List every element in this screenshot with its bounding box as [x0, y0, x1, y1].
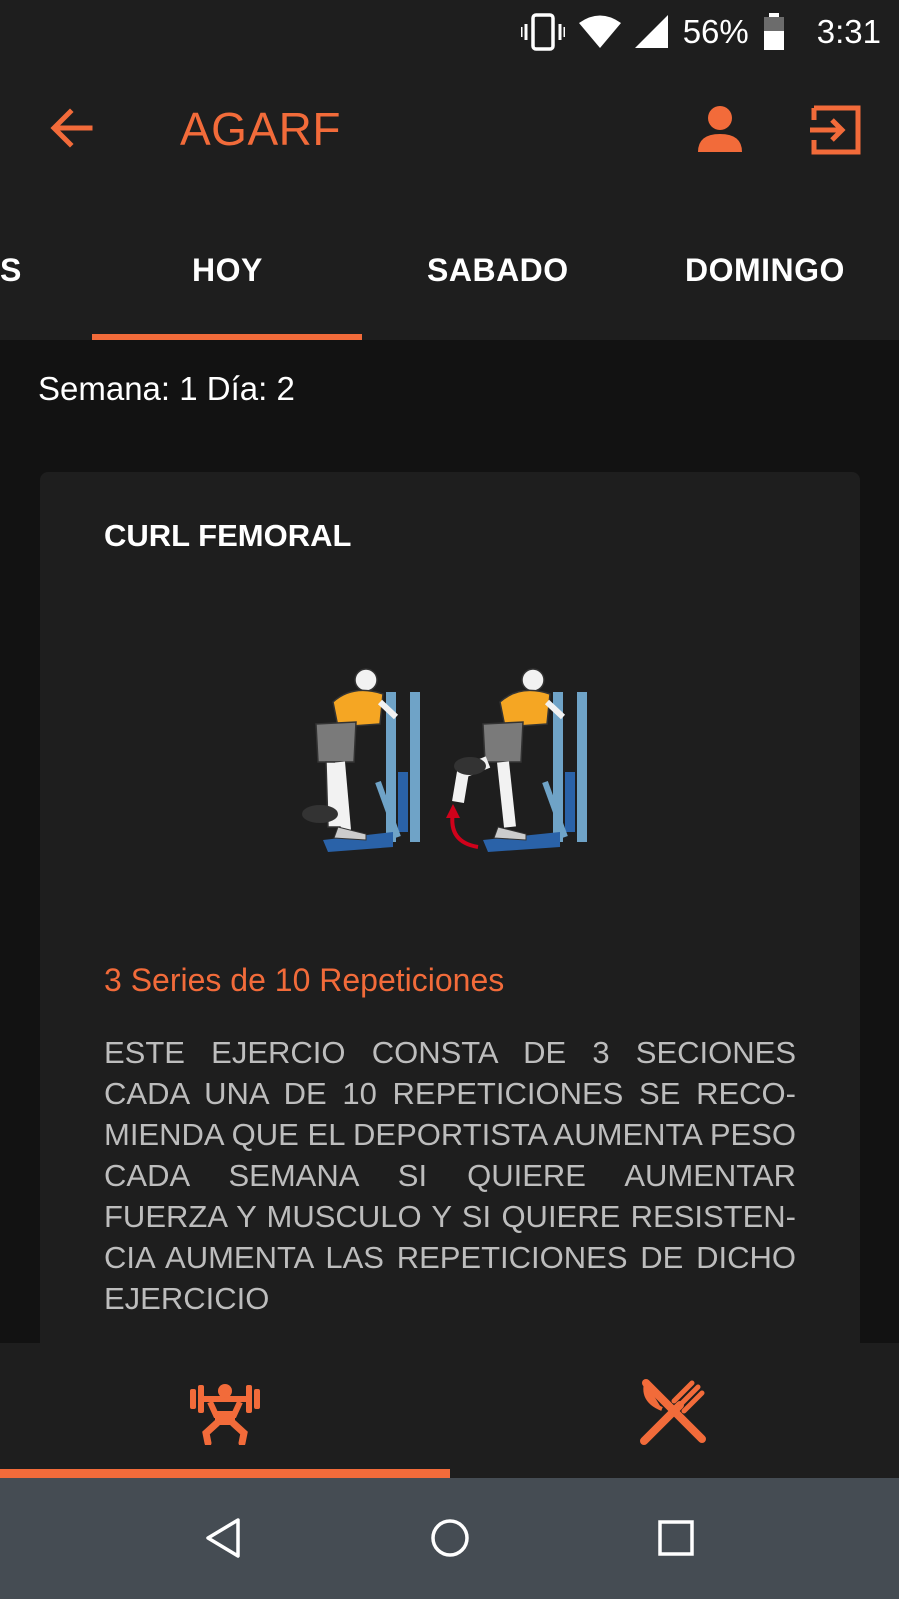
app-bar: AGARF	[0, 62, 899, 200]
battery-icon	[763, 13, 784, 50]
exercise-card[interactable]: CURL FEMORAL 3 Series de 10 Repeticiones…	[40, 472, 860, 1372]
battery-percent: 56%	[682, 13, 749, 50]
series-label: 3 Series de 10 Repeticiones	[104, 962, 505, 998]
week-day-label: Semana: 1 Día: 2	[38, 370, 295, 407]
fork-knife-icon[interactable]	[640, 1379, 706, 1445]
tab-indicator	[92, 334, 362, 340]
wifi-icon	[578, 15, 621, 48]
tab-domingo[interactable]: DOMINGO	[685, 252, 845, 289]
exercise-title: CURL FEMORAL	[104, 518, 352, 553]
status-bar: 56% 3:31	[0, 0, 899, 62]
back-arrow-icon[interactable]	[44, 100, 100, 156]
tab-hoy[interactable]: HOY	[192, 252, 263, 289]
tab-previous[interactable]: S	[0, 252, 22, 289]
status-icons: 56% 3:31	[520, 10, 881, 54]
bottom-nav	[0, 1343, 899, 1478]
person-icon[interactable]	[692, 102, 748, 158]
nav-recents-icon[interactable]	[652, 1514, 700, 1562]
app-title: AGARF	[180, 103, 341, 155]
signal-icon	[634, 15, 668, 48]
nav-home-icon[interactable]	[426, 1514, 474, 1562]
nav-back-icon[interactable]	[200, 1514, 248, 1562]
exercise-description: ESTE EJERCIO CONSTA DE 3 SECIONES CADA U…	[104, 1035, 796, 1316]
clock: 3:31	[816, 13, 881, 50]
exercise-illustration	[302, 668, 587, 852]
system-nav-bar	[0, 1478, 899, 1599]
weightlifting-icon[interactable]	[190, 1381, 260, 1445]
logout-icon[interactable]	[808, 102, 864, 158]
vibrate-icon	[520, 13, 565, 51]
tab-sabado[interactable]: SABADO	[427, 252, 569, 289]
day-tabs: S HOY SABADO DOMINGO	[0, 200, 899, 340]
bottom-nav-indicator	[0, 1469, 450, 1478]
